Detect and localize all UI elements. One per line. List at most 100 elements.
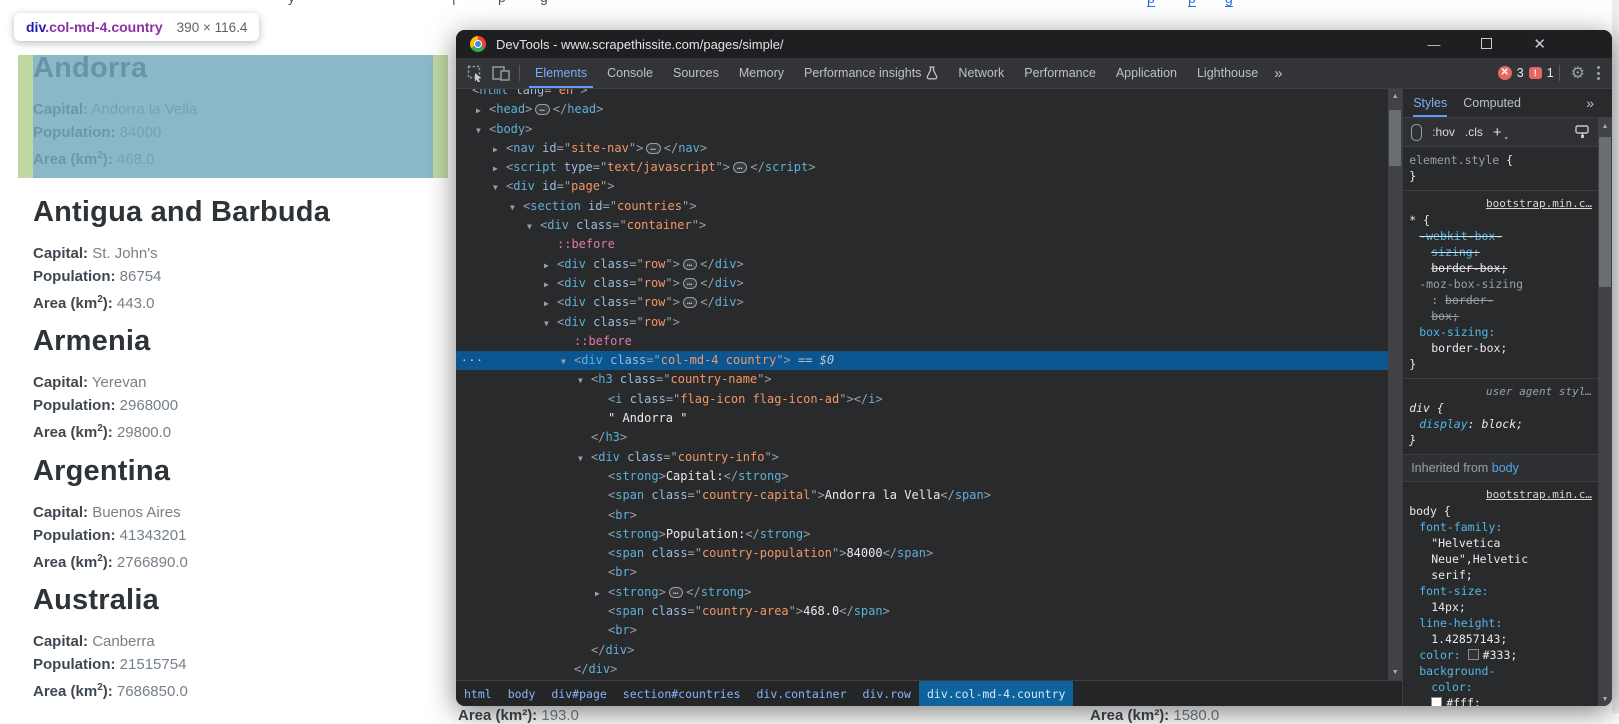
css-line[interactable]: font-size: <box>1403 583 1598 599</box>
css-line[interactable]: font-family: <box>1403 519 1598 535</box>
stylesheet-link[interactable]: bootstrap.min.c… <box>1403 487 1598 503</box>
styles-scrollbar[interactable]: ▲ ▼ <box>1598 117 1612 706</box>
css-line[interactable]: 1.42857143; <box>1403 631 1598 647</box>
dom-tree-node[interactable]: <i class="flag-icon flag-icon-ad"></i> <box>456 390 1388 409</box>
css-line[interactable]: } <box>1403 168 1598 184</box>
scroll-down-icon[interactable]: ▼ <box>1598 696 1612 703</box>
dom-tree-node[interactable]: <strong>Capital:</strong> <box>456 467 1388 486</box>
tab-console[interactable]: Console <box>597 58 663 88</box>
css-line[interactable]: border-box; <box>1403 340 1598 356</box>
css-line[interactable]: Neue",Helvetic <box>1403 551 1598 567</box>
dom-tree-node[interactable]: <strong>Population:</strong> <box>456 525 1388 544</box>
css-line[interactable]: serif; <box>1403 567 1598 583</box>
dom-tree-node[interactable]: ▼<h3 class="country-name"> <box>456 370 1388 389</box>
expand-arrow-right-icon[interactable]: ▶ <box>493 140 498 159</box>
dom-tree-node[interactable]: ▼<div id="page"> <box>456 177 1388 196</box>
expand-arrow-right-icon[interactable]: ▶ <box>476 101 481 120</box>
expand-arrow-right-icon[interactable]: ▶ <box>544 294 549 313</box>
expand-arrow-down-icon[interactable]: ▼ <box>527 217 532 236</box>
expand-arrow-down-icon[interactable]: ▼ <box>476 121 481 140</box>
styles-more-tabs-icon[interactable]: » <box>1586 95 1594 111</box>
css-line[interactable]: : border- <box>1403 292 1598 308</box>
dom-tree-node[interactable]: ▼<div class="container"> <box>456 216 1388 235</box>
expand-arrow-right-icon[interactable]: ▶ <box>544 256 549 275</box>
settings-gear-icon[interactable]: ⚙ <box>1565 63 1591 83</box>
expand-arrow-right-icon[interactable]: ▶ <box>493 159 498 178</box>
expand-arrow-down-icon[interactable]: ▼ <box>544 314 549 333</box>
css-line[interactable]: background- <box>1403 663 1598 679</box>
dom-tree-node[interactable]: ▼···<div class="col-md-4 country"> == $0 <box>456 351 1388 370</box>
css-line[interactable]: line-height: <box>1403 615 1598 631</box>
tab-network[interactable]: Network <box>948 58 1014 88</box>
dom-tree-node[interactable]: ▼<div class="row"> <box>456 313 1388 332</box>
tab-application[interactable]: Application <box>1106 58 1187 88</box>
css-line[interactable]: "Helvetica <box>1403 535 1598 551</box>
minimize-button[interactable]: — <box>1427 38 1440 51</box>
css-line[interactable]: box; <box>1403 308 1598 324</box>
css-line[interactable]: display: block; <box>1403 416 1598 432</box>
devtools-titlebar[interactable]: DevTools - www.scrapethissite.com/pages/… <box>456 30 1612 58</box>
dom-tree-node[interactable]: ▶<nav id="site-nav">…</nav> <box>456 139 1388 158</box>
color-swatch[interactable] <box>1468 649 1479 660</box>
breadcrumb-div-container[interactable]: div.container <box>749 681 855 706</box>
dom-tree-node[interactable]: </div> <box>456 641 1388 660</box>
node-menu-icon[interactable]: ··· <box>461 351 484 370</box>
expand-arrow-right-icon[interactable]: ▶ <box>595 584 600 603</box>
expand-arrow-right-icon[interactable]: ▶ <box>544 275 549 294</box>
breadcrumb-div-row[interactable]: div.row <box>855 681 919 706</box>
css-line[interactable]: -moz-box-sizing <box>1403 276 1598 292</box>
expand-arrow-down-icon[interactable]: ▼ <box>561 352 566 371</box>
css-line[interactable]: element.style { <box>1403 152 1598 168</box>
styles-filter-input[interactable] <box>1411 124 1422 141</box>
css-line[interactable]: border-box; <box>1403 260 1598 276</box>
expand-arrow-down-icon[interactable]: ▼ <box>578 371 583 390</box>
collapsed-content-icon[interactable]: … <box>733 162 747 173</box>
dom-tree-node[interactable]: ::before <box>456 235 1388 254</box>
stylesheet-link[interactable]: bootstrap.min.c… <box>1403 196 1598 212</box>
styles-tab-computed[interactable]: Computed <box>1463 89 1521 117</box>
tab-performance-insights[interactable]: Performance insights <box>794 58 948 88</box>
tab-lighthouse[interactable]: Lighthouse <box>1187 58 1268 88</box>
dom-tree-node[interactable]: ▶<div class="row">…</div> <box>456 274 1388 293</box>
dom-tree-node[interactable]: ▶<div class="row">…</div> <box>456 255 1388 274</box>
device-toolbar-icon[interactable] <box>488 61 514 85</box>
dom-tree-node[interactable]: ▼<div class="country-info"> <box>456 448 1388 467</box>
dom-tree-node[interactable]: ::before <box>456 332 1388 351</box>
css-line[interactable]: 14px; <box>1403 599 1598 615</box>
new-style-rule-button[interactable]: +▾ <box>1493 125 1502 140</box>
collapsed-content-icon[interactable]: … <box>683 297 697 308</box>
styles-scrollbar-thumb[interactable] <box>1599 137 1611 287</box>
expand-arrow-down-icon[interactable]: ▼ <box>493 178 498 197</box>
dom-tree-node[interactable]: <span class="country-capital">Andorra la… <box>456 486 1388 505</box>
tab-sources[interactable]: Sources <box>663 58 729 88</box>
stylesheet-link[interactable]: user agent styl… <box>1403 384 1598 400</box>
dom-tree-node[interactable]: <span class="country-area">468.0</span> <box>456 602 1388 621</box>
css-line[interactable]: } <box>1403 356 1598 372</box>
styles-tab-styles[interactable]: Styles <box>1413 89 1447 117</box>
css-line[interactable]: * { <box>1403 212 1598 228</box>
dom-tree-node[interactable]: ▶<div class="row">…</div> <box>456 293 1388 312</box>
inherited-target-link[interactable]: body <box>1492 461 1519 475</box>
dom-tree-node[interactable]: </div> <box>456 660 1388 679</box>
dom-tree-node[interactable]: " Andorra " <box>456 409 1388 428</box>
collapsed-content-icon[interactable]: … <box>535 104 549 115</box>
tab-elements[interactable]: Elements <box>525 58 597 88</box>
dom-tree-node[interactable]: <span class="country-population">84000</… <box>456 544 1388 563</box>
dom-tree-node[interactable]: ▼<section id="countries"> <box>456 197 1388 216</box>
maximize-button[interactable] <box>1481 38 1492 51</box>
css-line[interactable]: div { <box>1403 400 1598 416</box>
scroll-up-icon[interactable]: ▲ <box>1388 93 1402 100</box>
toggle-hover-state-button[interactable]: :hov <box>1432 125 1455 139</box>
css-line[interactable]: body { <box>1403 503 1598 519</box>
css-line[interactable]: sizing: <box>1403 244 1598 260</box>
scroll-up-icon[interactable]: ▲ <box>1598 123 1612 130</box>
dom-tree-node[interactable]: <br> <box>456 563 1388 582</box>
error-count-badge[interactable]: 3 <box>1517 66 1524 80</box>
collapsed-content-icon[interactable]: … <box>646 143 660 154</box>
css-line[interactable]: #fff; <box>1403 695 1598 706</box>
dom-tree-node[interactable]: <br> <box>456 621 1388 640</box>
dom-tree-node[interactable]: ▶<script type="text/javascript">…</scrip… <box>456 158 1388 177</box>
tab-memory[interactable]: Memory <box>729 58 794 88</box>
toggle-classes-button[interactable]: .cls <box>1465 125 1483 139</box>
inspect-element-icon[interactable] <box>462 61 488 85</box>
